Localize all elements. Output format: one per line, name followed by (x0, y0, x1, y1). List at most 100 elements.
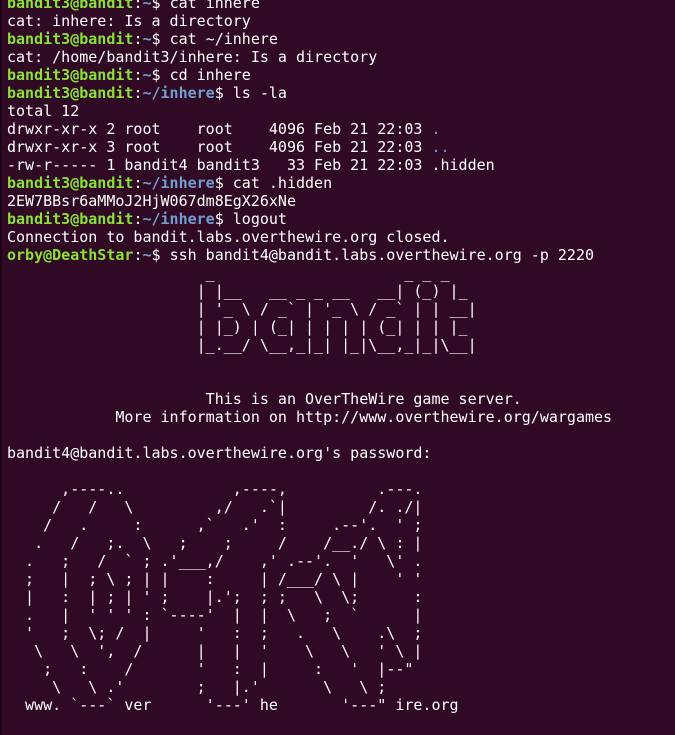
command-text: cd inhere (169, 66, 251, 84)
prompt-line: bandit3@bandit:~/inhere$ cat .hidden (7, 174, 612, 192)
prompt-sigil: $ (214, 174, 233, 192)
output-text: . ; / ` ; .'___,/ ,' .--'. ' \' . (7, 552, 423, 570)
output-line: 2EW7BBsr6aMMoJ2HjW067dm8EgX26xNe (7, 192, 612, 210)
prompt-user-host: bandit3@bandit (7, 30, 134, 48)
output-line: | |__ __ _ _ __ __| (_) |_ (7, 282, 612, 300)
output-line: cat: /home/bandit3/inhere: Is a director… (7, 48, 612, 66)
output-line: ' ; \; / | ' : ; . \ .\ ; (7, 624, 612, 642)
output-text: . | ' ' ' : `----' | | \ ; ` | (7, 606, 423, 624)
terminal-window[interactable]: bandit3@bandit:~$ cat inhere cat: inhere:… (0, 0, 675, 735)
output-text: \ \ ', / | | ' \ \ ' \ | (7, 642, 423, 660)
output-text: -rw-r----- 1 bandit4 bandit3 33 Feb 21 2… (7, 156, 495, 174)
output-text: total 12 (7, 102, 80, 120)
ls-entry-details: drwxr-xr-x 2 root root 4096 Feb 21 22:03 (7, 120, 432, 138)
output-text: . / ;. \ ; ; / /__./ \ : | (7, 534, 423, 552)
output-line: | |_) | (_| | | | | (_| | | |_ (7, 318, 612, 336)
output-line: | : | ; | ' ; |.'; ; ; \ \; : (7, 588, 612, 606)
command-text: logout (232, 210, 287, 228)
prompt-line: bandit3@bandit:~/inhere$ logout (7, 210, 612, 228)
output-line: Connection to bandit.labs.overthewire.or… (7, 228, 612, 246)
ls-entry: drwxr-xr-x 3 root root 4096 Feb 21 22:03… (7, 138, 612, 156)
prompt-user-host: bandit3@bandit (7, 84, 134, 102)
prompt-user-host: bandit3@bandit (7, 210, 134, 228)
prompt-path: ~/inhere (142, 84, 215, 102)
ls-entry-details: drwxr-xr-x 3 root root 4096 Feb 21 22:03 (7, 138, 432, 156)
command-text: ssh bandit4@bandit.labs.overthewire.org … (169, 246, 595, 264)
output-text: _ _ _ _ (7, 264, 450, 282)
prompt-sigil: $ (214, 84, 233, 102)
prompt-path: ~ (142, 66, 152, 84)
prompt-line: bandit3@bandit:~/inhere$ ls -la (7, 84, 612, 102)
output-text: ; | ; \ ; | | : | /___/ \ | ' ' (7, 570, 423, 588)
command-text: ls -la (232, 84, 287, 102)
ls-entry-dirname: . (431, 120, 441, 138)
prompt-sigil: $ (151, 246, 170, 264)
prompt-sigil: $ (151, 0, 170, 12)
output-text: This is an OverTheWire game server. (7, 390, 522, 408)
output-line: _ _ _ _ (7, 264, 612, 282)
prompt-user-host: bandit3@bandit (7, 174, 134, 192)
left-edge (0, 0, 2, 735)
output-text: Connection to bandit.labs.overthewire.or… (7, 228, 450, 246)
prompt-line: bandit3@bandit:~$ cat ~/inhere (7, 30, 612, 48)
command-text: cat inhere (169, 0, 260, 12)
output-line: \ \ ', / | | ' \ \ ' \ | (7, 642, 612, 660)
output-line: More information on http://www.overthewi… (7, 408, 612, 426)
prompt-sigil: $ (214, 210, 233, 228)
output-text: bandit4@bandit.labs.overthewire.org's pa… (7, 444, 432, 462)
output-line: bandit4@bandit.labs.overthewire.org's pa… (7, 444, 612, 462)
output-text: More information on http://www.overthewi… (7, 408, 613, 426)
output-text: \ \ .' ; |.' \ \ ; (7, 678, 387, 696)
output-line: . ; / ` ; .'___,/ ,' .--'. ' \' . (7, 552, 612, 570)
prompt-path: ~/inhere (142, 210, 215, 228)
ls-entry: drwxr-xr-x 2 root root 4096 Feb 21 22:03… (7, 120, 612, 138)
ls-entry-dirname: .. (431, 138, 450, 156)
prompt-line: orby@DeathStar:~$ ssh bandit4@bandit.lab… (7, 246, 612, 264)
output-text: |_.__/ \__,_|_| |_|\__,_|_|\__| (7, 336, 477, 354)
prompt-path: ~ (142, 30, 152, 48)
output-line: \ \ .' ; |.' \ \ ; (7, 678, 612, 696)
output-line: / . : ,` .' : .--'. ' ; (7, 516, 612, 534)
output-line: total 12 (7, 102, 612, 120)
output-text: cat: inhere: Is a directory (7, 12, 251, 30)
prompt-line: bandit3@bandit:~$ cat inhere (7, 0, 612, 12)
output-line: | '_ \ / _` | '_ \ / _` | | __| (7, 300, 612, 318)
output-line: ,----.. ,----, .---. (7, 480, 612, 498)
prompt-user-host: orby@DeathStar (7, 246, 134, 264)
output-line: ; : / ' : | : ' |--" (7, 660, 612, 678)
output-text: / . : ,` .' : .--'. ' ; (7, 516, 423, 534)
prompt-path: ~ (142, 0, 152, 12)
prompt-sigil: $ (151, 30, 170, 48)
output-line: cat: inhere: Is a directory (7, 12, 612, 30)
output-line: -rw-r----- 1 bandit4 bandit3 33 Feb 21 2… (7, 156, 612, 174)
output-line: . / ;. \ ; ; / /__./ \ : | (7, 534, 612, 552)
output-text: / / \ ,/ .`| /. ./| (7, 498, 423, 516)
command-text: cat .hidden (232, 174, 333, 192)
output-line: ; | ; \ ; | | : | /___/ \ | ' ' (7, 570, 612, 588)
output-line: . | ' ' ' : `----' | | \ ; ` | (7, 606, 612, 624)
prompt-path: ~/inhere (142, 174, 215, 192)
output-text: | |__ __ _ _ __ __| (_) |_ (7, 282, 468, 300)
prompt-path: ~ (142, 246, 152, 264)
output-line: This is an OverTheWire game server. (7, 390, 612, 408)
output-text: | : | ; | ' ; |.'; ; ; \ \; : (7, 588, 423, 606)
prompt-user-host: bandit3@bandit (7, 0, 134, 12)
command-text: cat ~/inhere (169, 30, 278, 48)
output-line: |_.__/ \__,_|_| |_|\__,_|_|\__| (7, 336, 612, 354)
output-text: ,----.. ,----, .---. (7, 480, 423, 498)
terminal-output: bandit3@bandit:~$ cat inhere cat: inhere:… (7, 0, 612, 714)
output-text: 2EW7BBsr6aMMoJ2HjW067dm8EgX26xNe (7, 192, 296, 210)
output-line: www. `---` ver '---' he '---" ire.org (7, 696, 612, 714)
prompt-line: bandit3@bandit:~$ cd inhere (7, 66, 612, 84)
output-text: cat: /home/bandit3/inhere: Is a director… (7, 48, 378, 66)
output-line: / / \ ,/ .`| /. ./| (7, 498, 612, 516)
output-text: | |_) | (_| | | | | (_| | | |_ (7, 318, 468, 336)
output-text: ; : / ' : | : ' |--" (7, 660, 414, 678)
output-text: www. `---` ver '---' he '---" ire.org (7, 696, 459, 714)
output-text: ' ; \; / | ' : ; . \ .\ ; (7, 624, 423, 642)
prompt-sigil: $ (151, 66, 170, 84)
